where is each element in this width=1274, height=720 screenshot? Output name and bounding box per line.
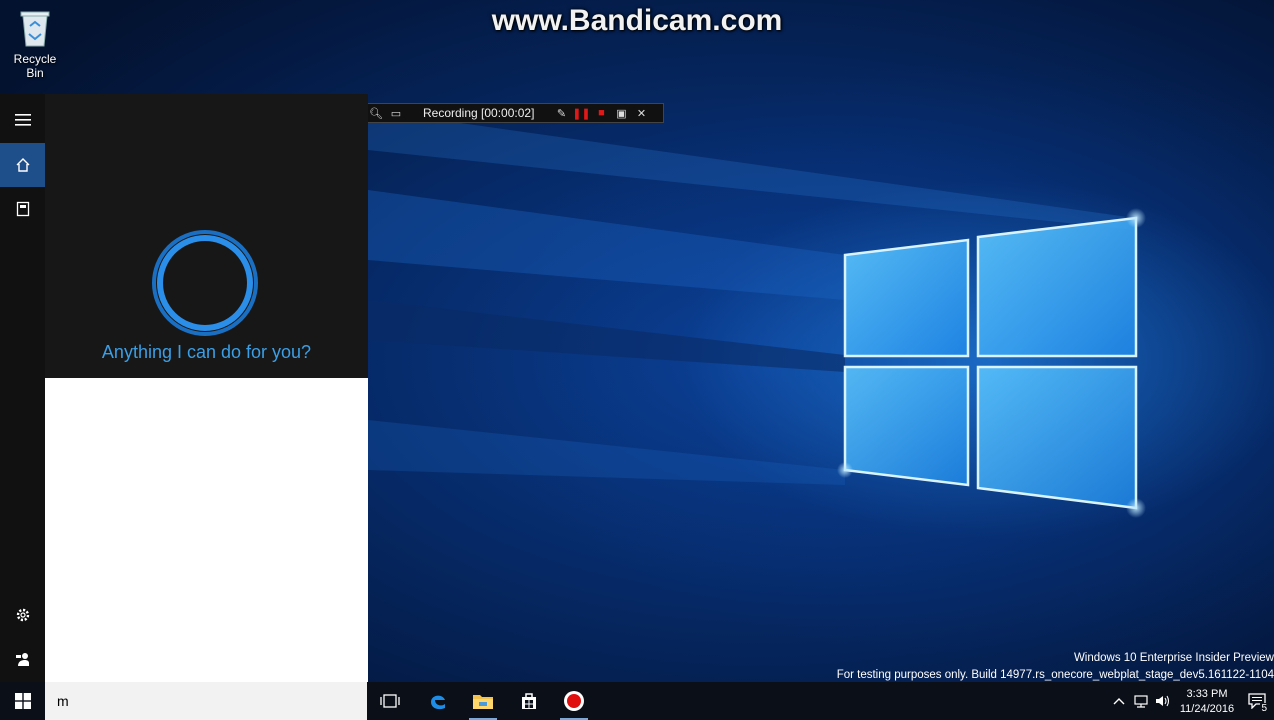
home-button[interactable] bbox=[0, 143, 45, 187]
folder-icon bbox=[473, 695, 493, 709]
clock[interactable]: 3:33 PM 11/24/2016 bbox=[1174, 685, 1240, 717]
pencil-icon[interactable]: ✎ bbox=[554, 106, 568, 120]
cortana-ring-icon bbox=[152, 230, 258, 336]
edge-button[interactable] bbox=[416, 682, 460, 720]
menu-button[interactable] bbox=[0, 98, 45, 142]
feedback-icon bbox=[15, 653, 29, 666]
home-icon bbox=[16, 158, 29, 172]
store-icon bbox=[522, 693, 536, 709]
search-box[interactable] bbox=[45, 682, 367, 720]
start-button[interactable] bbox=[0, 682, 45, 720]
recorder-toolbar: 🔍︎ ▭ Recording [00:00:02] ✎ ❚❚ ■ ▣ ✕ bbox=[362, 103, 664, 123]
notebook-button[interactable] bbox=[0, 187, 45, 231]
gear-icon bbox=[16, 608, 29, 622]
desktop-icon-label: Recycle Bin bbox=[13, 52, 57, 80]
system-tray: 3:33 PM 11/24/2016 5 bbox=[1108, 682, 1274, 720]
action-center-button[interactable]: 5 bbox=[1240, 682, 1274, 720]
windows-edition: Windows 10 Enterprise Insider Preview bbox=[1073, 652, 1274, 664]
file-explorer-button[interactable] bbox=[461, 682, 505, 720]
feedback-button[interactable] bbox=[0, 637, 45, 681]
clock-time: 3:33 PM bbox=[1186, 688, 1228, 700]
stop-icon[interactable]: ■ bbox=[594, 106, 608, 120]
notification-count: 5 bbox=[1260, 703, 1268, 714]
windows-start-icon bbox=[14, 693, 31, 709]
close-icon[interactable]: ✕ bbox=[634, 106, 648, 120]
notebook-icon bbox=[16, 201, 29, 217]
store-button[interactable] bbox=[507, 682, 551, 720]
bandicam-icon bbox=[564, 691, 584, 711]
recording-status: Recording [00:00:02] bbox=[423, 106, 535, 120]
cortana-prompt: Anything I can do for you? bbox=[101, 342, 312, 362]
settings-button[interactable] bbox=[0, 593, 45, 637]
pause-icon[interactable]: ❚❚ bbox=[572, 106, 590, 120]
bandicam-button[interactable] bbox=[552, 682, 596, 720]
cortana-panel: Anything I can do for you? bbox=[0, 94, 368, 682]
camera-icon[interactable]: ▣ bbox=[614, 106, 628, 120]
bandicam-watermark: www.Bandicam.com bbox=[491, 4, 783, 37]
network-icon[interactable] bbox=[1130, 682, 1152, 720]
taskbar: 3:33 PM 11/24/2016 5 bbox=[0, 682, 1274, 720]
volume-icon[interactable] bbox=[1152, 682, 1174, 720]
search-input[interactable] bbox=[55, 692, 357, 710]
clock-date: 11/24/2016 bbox=[1179, 703, 1235, 715]
search-icon[interactable]: 🔍︎ bbox=[369, 106, 383, 120]
edge-icon bbox=[431, 695, 445, 710]
hamburger-icon bbox=[14, 114, 31, 126]
cortana-header: Anything I can do for you? bbox=[45, 94, 368, 378]
region-icon[interactable]: ▭ bbox=[389, 106, 403, 120]
windows-build: For testing purposes only. Build 14977.r… bbox=[836, 669, 1274, 681]
task-view-button[interactable] bbox=[368, 682, 412, 720]
cortana-results bbox=[45, 378, 368, 682]
cortana-rail bbox=[0, 94, 45, 682]
windows-build-info: Windows 10 Enterprise Insider Preview Fo… bbox=[837, 650, 1274, 682]
task-view-icon bbox=[380, 694, 400, 708]
chevron-up-icon[interactable] bbox=[1108, 682, 1130, 720]
